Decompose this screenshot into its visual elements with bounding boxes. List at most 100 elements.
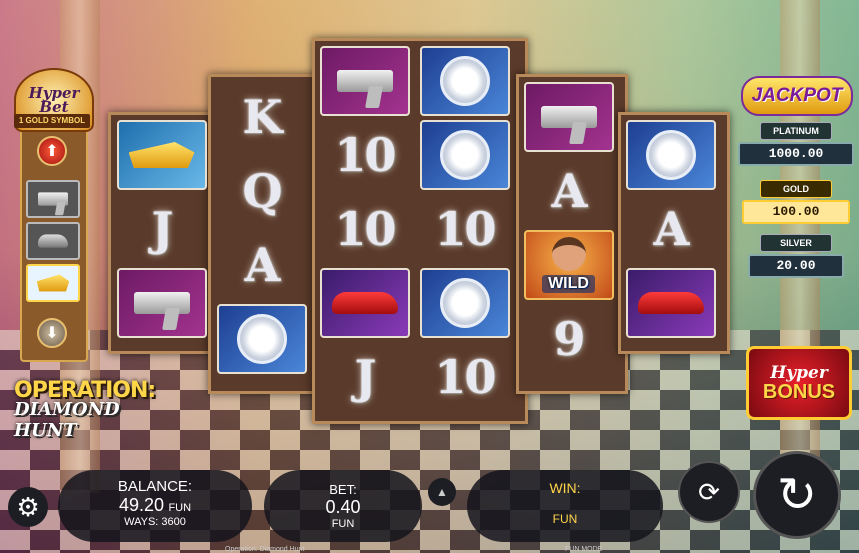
spin-icon: ↻	[776, 469, 818, 522]
reel-2: KQA	[215, 80, 308, 376]
reel-symbol	[624, 118, 717, 192]
reel-1: J	[115, 118, 208, 340]
reel-symbol	[215, 302, 308, 376]
card-letter: A	[244, 238, 281, 292]
footer-mode: FUN MODE	[565, 546, 603, 553]
balance-value: 49.20	[118, 495, 164, 515]
watch-icon	[439, 278, 490, 328]
reel-symbol: J	[318, 340, 411, 414]
reel-symbol	[418, 118, 511, 192]
balance-currency: FUN	[168, 502, 192, 514]
yacht-icon	[36, 274, 70, 292]
bet-label: BET:	[329, 482, 357, 497]
jackpot-tier-name: GOLD	[760, 180, 832, 198]
reel-symbol	[318, 44, 411, 118]
ways-count: WAYS: 3600	[124, 516, 186, 528]
reel-symbol	[418, 44, 511, 118]
reel-symbol	[318, 266, 411, 340]
jackpot-tier-platinum: PLATINUM 1000.00	[738, 122, 854, 166]
reel-symbol: 10	[418, 192, 511, 266]
hyper-bet-down-button[interactable]: ⬇	[37, 318, 67, 348]
card-letter: 10	[434, 350, 496, 404]
reel-symbol	[418, 266, 511, 340]
win-label: WIN:	[549, 480, 581, 496]
watch-icon	[236, 314, 287, 364]
agent-icon	[551, 237, 586, 271]
watch-symbol	[216, 304, 307, 374]
autoplay-button[interactable]: ⟳	[678, 461, 740, 523]
reel-symbol: 10	[318, 192, 411, 266]
card-letter: A	[551, 164, 588, 218]
card-letter: 10	[334, 202, 396, 256]
watch-icon	[439, 130, 490, 180]
watch-symbol	[419, 120, 510, 190]
jackpot-tier-gold: GOLD 100.00	[742, 180, 850, 224]
watch-icon	[439, 56, 490, 106]
jackpot-tier-value: 100.00	[742, 200, 850, 224]
reel-4: 10 10	[418, 44, 511, 414]
car-icon	[331, 292, 398, 314]
bet-currency: FUN	[331, 518, 355, 530]
watch-icon	[645, 130, 696, 180]
card-letter: A	[653, 202, 690, 256]
win-display: WIN: FUN	[467, 470, 663, 542]
jackpot-badge: JACKPOT	[741, 76, 853, 116]
balance-label: BALANCE:	[117, 478, 193, 495]
reel-6: A	[624, 118, 717, 340]
settings-button[interactable]: ⚙	[8, 487, 48, 527]
watch-symbol	[419, 46, 510, 116]
wild-label: WILD	[542, 275, 595, 293]
wild-symbol: WILD	[523, 230, 614, 300]
gear-icon: ⚙	[16, 491, 40, 522]
reel-symbol: 10	[418, 340, 511, 414]
reel-symbol: Q	[215, 154, 308, 228]
yacht-icon	[128, 142, 195, 168]
hyper-bet-up-button[interactable]: ⬆	[37, 136, 67, 166]
triangle-up-icon: ▲	[436, 485, 448, 499]
hyper-bet-option-yacht[interactable]	[26, 264, 80, 302]
reel-symbol: J	[115, 192, 208, 266]
bet-increase-button[interactable]: ▲	[428, 478, 456, 506]
jackpot-tier-silver: SILVER 20.00	[748, 234, 844, 278]
reel-symbol: WILD	[522, 228, 615, 302]
reel-symbol	[115, 266, 208, 340]
bet-display[interactable]: BET: 0.40 FUN	[264, 470, 422, 542]
jackpot-tier-name: PLATINUM	[760, 122, 832, 140]
hyper-bonus-button[interactable]: Hyper BONUS	[746, 346, 852, 420]
car-symbol	[319, 268, 410, 338]
hyper-bet-title: Hyper Bet	[28, 84, 80, 116]
jackpot-tier-value: 1000.00	[738, 142, 854, 166]
arrow-up-icon: ⬆	[45, 143, 59, 160]
gun-icon	[540, 106, 597, 128]
reel-symbol: A	[522, 154, 615, 228]
card-letter: 9	[553, 312, 585, 366]
reel-symbol	[115, 118, 208, 192]
card-letter: J	[151, 202, 174, 256]
hyper-bonus-line1: Hyper	[770, 362, 828, 383]
hyper-bet-subtitle: 1 GOLD SYMBOL	[14, 114, 90, 128]
jackpot-tier-value: 20.00	[748, 254, 844, 278]
card-letter: K	[242, 90, 283, 144]
watch-symbol	[625, 120, 716, 190]
hyper-bet-option-car[interactable]	[26, 222, 80, 260]
jackpot-tier-name: SILVER	[760, 234, 832, 252]
reel-symbol: 10	[318, 118, 411, 192]
gun-symbol	[319, 46, 410, 116]
watch-symbol	[419, 268, 510, 338]
footer-game-name: Operation: Diamond Hunt	[225, 546, 305, 553]
reel-symbol: 9	[522, 302, 615, 376]
reel-symbol: K	[215, 80, 308, 154]
gun-icon	[38, 192, 68, 206]
gun-icon	[336, 70, 393, 92]
autoplay-icon: ⟳	[698, 476, 720, 507]
win-currency: FUN	[552, 512, 578, 526]
spin-button[interactable]: ↻	[753, 451, 841, 539]
yacht-symbol	[116, 120, 207, 190]
hyper-bet-option-gun[interactable]	[26, 180, 80, 218]
reel-symbol	[624, 266, 717, 340]
reel-3: 10 10 J	[318, 44, 411, 414]
card-letter: 10	[334, 128, 396, 182]
hyper-bonus-line2: BONUS	[762, 380, 836, 403]
card-letter: J	[354, 350, 377, 404]
reel-symbol	[522, 80, 615, 154]
